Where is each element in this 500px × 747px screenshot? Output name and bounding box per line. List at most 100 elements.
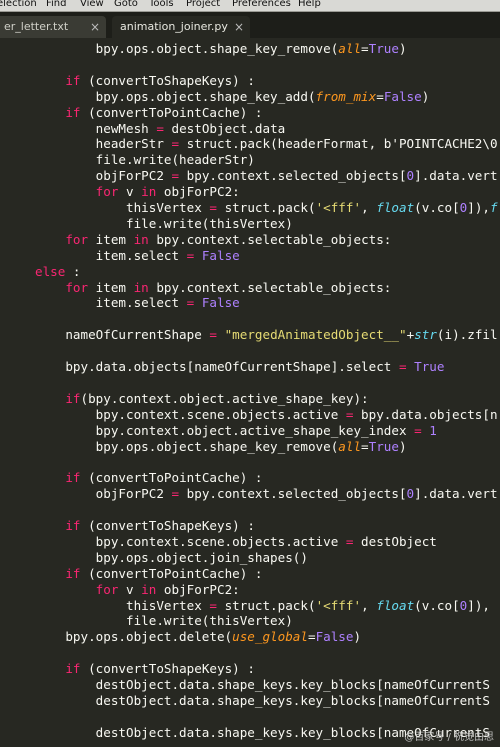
code-line[interactable]: if (convertToShapeKeys) : [35, 518, 255, 534]
code-line[interactable]: bpy.ops.object.shape_key_remove(all=True… [35, 41, 407, 57]
code-token: = [307, 629, 316, 645]
code-line[interactable]: file.write(thisVertex) [35, 613, 293, 629]
code-token: in [141, 184, 157, 200]
code-token: float [376, 200, 415, 215]
menu-find[interactable]: Find [46, 0, 67, 9]
code-token: item.select [35, 295, 187, 311]
code-editor[interactable]: bpy.ops.object.shape_key_remove(all=True… [0, 38, 500, 747]
code-token: = [171, 136, 180, 152]
menu-selection[interactable]: election [0, 0, 37, 9]
code-token: if [65, 661, 81, 677]
code-line[interactable]: thisVertex = struct.pack('<fff', float(v… [35, 598, 490, 614]
code-line[interactable]: nameOfCurrentShape = "mergedAnimatedObje… [35, 327, 497, 343]
menu-help[interactable]: Help [298, 0, 321, 9]
code-token: (convertToPointCache) : [80, 104, 263, 120]
code-token: ) [398, 438, 407, 454]
code-line[interactable]: if (convertToPointCache) : [35, 470, 263, 486]
code-line[interactable]: if (convertToShapeKeys) : [35, 73, 255, 89]
code-token: bpy.data.objects[nameOfCurrentShape].sel… [35, 359, 399, 374]
code-line[interactable]: objForPC2 = bpy.context.selected_objects… [35, 486, 498, 502]
code-token: ]), [467, 597, 490, 613]
code-token: bpy.ops.object.join_shapes() [35, 549, 308, 565]
code-token: all [338, 438, 362, 454]
code-line[interactable]: for v in objForPC2: [35, 582, 240, 598]
tab-label: er_letter.txt [4, 20, 69, 33]
code-line[interactable]: else : [35, 264, 81, 280]
code-line[interactable]: file.write(thisVertex) [35, 216, 293, 232]
code-line[interactable]: bpy.context.scene.objects.active = destO… [35, 534, 437, 550]
tab-animation-joiner[interactable]: animation_joiner.py × [112, 16, 250, 38]
code-line[interactable]: destObject.data.shape_keys.key_blocks[na… [35, 693, 490, 709]
code-token: bpy.context.object.active_shape_key_inde… [35, 422, 415, 438]
code-token: ].data.vert [414, 168, 498, 184]
code-token: (convertToPointCache) : [80, 470, 263, 486]
code-line[interactable]: bpy.context.object.active_shape_key_inde… [35, 423, 437, 439]
code-token: item.select [35, 247, 187, 263]
code-token: ].data.vert [414, 486, 498, 502]
close-icon[interactable]: × [234, 17, 244, 37]
code-line[interactable]: for item in bpy.context.selectable_objec… [35, 280, 391, 296]
tab-letter-txt[interactable]: er_letter.txt × [0, 16, 106, 38]
code-token: bpy.context.selectable_objects: [148, 279, 392, 295]
code-token: in [141, 581, 157, 597]
code-token: if [65, 104, 81, 120]
code-line[interactable]: item.select = False [35, 248, 240, 264]
code-token: = [171, 168, 180, 184]
code-token: = [361, 438, 369, 454]
code-token: ) [353, 629, 362, 645]
code-line[interactable]: bpy.ops.object.join_shapes() [35, 550, 308, 566]
code-token: False [201, 247, 240, 263]
code-token: ) [398, 41, 407, 56]
code-token: objForPC2: [156, 581, 240, 597]
menu-preferences[interactable]: Preferences [232, 0, 291, 9]
code-line[interactable]: bpy.data.objects[nameOfCurrentShape].sel… [35, 359, 444, 375]
code-token: for [65, 231, 89, 247]
code-line[interactable]: bpy.ops.object.delete(use_global=False) [35, 629, 361, 645]
code-line[interactable]: newMesh = destObject.data [35, 121, 286, 137]
code-token: '<fff' [315, 200, 362, 215]
code-token: bpy.context.selected_objects[ [179, 168, 407, 184]
code-line[interactable]: for v in objForPC2: [35, 184, 240, 200]
code-token: destObject [353, 533, 437, 549]
code-token: False [315, 629, 354, 645]
code-token: = [414, 422, 422, 438]
code-line[interactable]: bpy.ops.object.shape_key_remove(all=True… [35, 439, 407, 455]
menu-project[interactable]: Project [186, 0, 220, 9]
code-line[interactable]: bpy.context.scene.objects.active = bpy.d… [35, 407, 498, 423]
menu-view[interactable]: View [80, 0, 104, 9]
code-token: file.write(headerStr) [35, 152, 255, 168]
code-token: in [133, 279, 149, 295]
code-token: 0 [406, 486, 415, 502]
code-token: (convertToShapeKeys) : [80, 518, 255, 533]
menu-tools[interactable]: Tools [149, 0, 174, 9]
code-token: from_mix [315, 88, 377, 104]
code-line[interactable]: item.select = False [35, 295, 240, 311]
close-icon[interactable]: × [90, 17, 100, 37]
code-token: str [414, 327, 437, 343]
code-token: True [368, 41, 399, 56]
code-line[interactable]: objForPC2 = bpy.context.selected_objects… [35, 168, 498, 184]
code-token: all [338, 41, 362, 56]
code-token: if [65, 470, 81, 486]
code-line[interactable]: headerStr = struct.pack(headerFormat, b'… [35, 136, 498, 152]
code-line[interactable]: thisVertex = struct.pack('<fff', float(v… [35, 200, 498, 216]
code-line[interactable]: if (convertToPointCache) : [35, 566, 262, 582]
code-token: objForPC2: [156, 184, 240, 200]
code-token: v [118, 581, 142, 597]
menu-goto[interactable]: Goto [114, 0, 138, 9]
code-line[interactable]: if (convertToShapeKeys) : [35, 661, 255, 677]
code-line[interactable]: if(bpy.context.object.active_shape_key): [35, 391, 368, 407]
code-line[interactable]: destObject.data.shape_keys.key_blocks[na… [35, 677, 490, 693]
code-token: destObject.data.shape_keys.key_blocks[na… [35, 677, 490, 692]
code-line[interactable]: if (convertToPointCache) : [35, 104, 263, 121]
code-line[interactable]: for item in bpy.context.selectable_objec… [35, 232, 391, 248]
code-token: bpy.context.selected_objects[ [179, 486, 407, 502]
code-line[interactable]: bpy.ops.object.shape_key_add(from_mix=Fa… [35, 88, 430, 105]
code-line[interactable]: file.write(headerStr) [35, 152, 255, 168]
code-token: bpy.data.objects[n [353, 406, 498, 422]
code-token: float [376, 597, 415, 613]
